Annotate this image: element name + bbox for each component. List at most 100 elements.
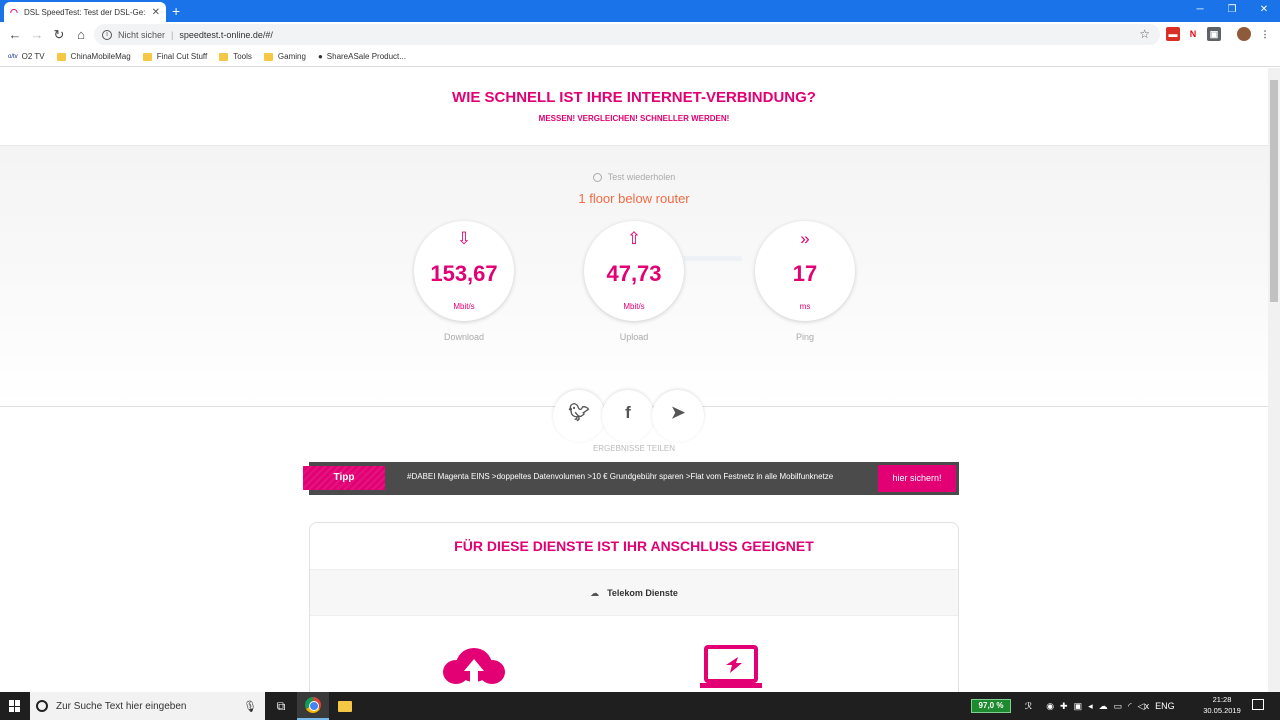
upload-label: Upload xyxy=(619,332,649,342)
taskbar-search[interactable]: Zur Suche Text hier eingeben 🎙︎ xyxy=(30,692,265,720)
test-name: 1 floor below router xyxy=(578,191,690,206)
profile-avatar[interactable] xyxy=(1237,27,1251,41)
tip-text: #DABEI Magenta EINS >doppeltes Datenvolu… xyxy=(407,472,834,481)
speedometer-favicon-icon: ◠ xyxy=(10,7,18,17)
ping-value: 17 xyxy=(792,261,818,286)
task-view-icon[interactable]: ⧉ xyxy=(265,692,297,720)
people-icon[interactable]: ℛ xyxy=(1025,701,1032,712)
globe-icon: ● xyxy=(317,52,323,61)
bookmark-label: O2 TV xyxy=(21,52,45,61)
bookmark-shareasale[interactable]: ● ShareASale Product... xyxy=(318,52,406,61)
bookmark-final-cut-stuff[interactable]: Final Cut Stuff xyxy=(142,52,208,61)
url-text[interactable]: speedtest.t-online.de/#/ xyxy=(179,30,273,40)
bookmark-label: Final Cut Stuff xyxy=(156,52,208,61)
bookmark-label: ChinaMobileMag xyxy=(70,52,131,61)
ping-label: Ping xyxy=(795,332,814,342)
microphone-icon[interactable]: 🎙︎ xyxy=(243,700,257,713)
close-window-icon[interactable]: ✕ xyxy=(1248,0,1280,22)
page-title: WIE SCHNELL IST IHRE INTERNET-VERBINDUNG… xyxy=(452,89,816,106)
security-label: Nicht sicher xyxy=(118,29,166,40)
cortana-icon xyxy=(36,700,48,712)
system-tray: ℛ ◉ ✚ ▣ ◂ ☁ ▭ ◜ ◁x ENG xyxy=(1025,692,1181,720)
bookmarks-bar: o/tv O2 TV ChinaMobileMag Final Cut Stuff… xyxy=(0,47,1280,67)
o2-icon: o/tv xyxy=(8,53,18,60)
start-button[interactable] xyxy=(0,692,30,720)
chrome-icon xyxy=(305,697,321,713)
battery-indicator[interactable]: 97,0 % xyxy=(971,699,1011,713)
download-label: Download xyxy=(443,332,485,342)
twitter-icon: 🐦︎ xyxy=(568,403,590,422)
language-indicator[interactable]: ENG xyxy=(1155,701,1175,711)
upload-arrow-icon: ⇧ xyxy=(626,229,642,248)
back-icon[interactable]: ← xyxy=(4,27,26,42)
windows-logo-icon xyxy=(9,700,21,712)
extension-gray-icon[interactable]: ▣ xyxy=(1207,27,1221,41)
menu-icon[interactable]: ⋮ xyxy=(1258,27,1272,41)
services-tab[interactable]: ☁ Telekom Dienste xyxy=(310,569,958,616)
taskbar-clock[interactable]: 21:28 30.05.2019 xyxy=(1200,694,1244,716)
speaker-icon[interactable]: ◂ xyxy=(1088,701,1093,712)
tab-close-icon[interactable]: ✕ xyxy=(152,7,160,18)
minimize-icon[interactable]: ─ xyxy=(1184,0,1216,22)
laptop-icon xyxy=(700,645,762,688)
upload-value: 47,73 xyxy=(606,261,662,286)
tip-banner: Tipp #DABEI Magenta EINS >doppeltes Date… xyxy=(303,462,959,495)
wifi-icon[interactable]: ◜ xyxy=(1128,701,1132,712)
browser-tab[interactable]: ◠ DSL SpeedTest: Test der DSL-Ge: ✕ xyxy=(4,2,166,22)
bookmark-tools[interactable]: Tools xyxy=(219,52,252,61)
retest-button[interactable]: Test wiederholen xyxy=(0,172,1268,183)
notifications-icon[interactable] xyxy=(1252,699,1264,710)
bookmark-chinamobilemag[interactable]: ChinaMobileMag xyxy=(56,52,131,61)
address-bar[interactable]: i Nicht sicher | speedtest.t-online.de/#… xyxy=(94,24,1160,45)
clock-time: 21:28 xyxy=(1212,695,1232,704)
reload-icon[interactable]: ↻ xyxy=(48,27,70,43)
info-icon[interactable]: i xyxy=(102,29,112,40)
volume-icon[interactable]: ◁x xyxy=(1138,701,1149,712)
upload-unit: Mbit/s xyxy=(623,302,645,311)
page-scrollbar[interactable] xyxy=(1268,68,1280,692)
tray-app-icon[interactable]: ◉ xyxy=(1046,701,1054,712)
upload-gauge: ⇧ 47,73 Mbit/s xyxy=(584,221,684,321)
browser-toolbar: ← → ↻ ⌂ i Nicht sicher | speedtest.t-onl… xyxy=(0,22,1280,47)
folder-icon xyxy=(219,52,229,61)
tray-app-icon[interactable]: ✚ xyxy=(1060,701,1068,712)
folder-icon xyxy=(338,700,352,712)
clock-date: 30.05.2019 xyxy=(1203,706,1241,715)
cloud-upload-icon xyxy=(443,648,505,685)
folder-icon xyxy=(142,52,152,61)
services-tab-label: Telekom Dienste xyxy=(607,588,678,598)
retest-label: Test wiederholen xyxy=(607,172,676,182)
share-label: ERGEBNISSE TEILEN xyxy=(592,444,676,453)
restore-icon[interactable]: ❐ xyxy=(1216,0,1248,22)
results-panel: Test wiederholen 1 floor below router ⇩ … xyxy=(0,145,1268,407)
tip-cta-button[interactable]: hier sichern! xyxy=(878,465,956,492)
battery-icon[interactable]: ▭ xyxy=(1114,701,1123,712)
chrome-taskbar-icon[interactable] xyxy=(297,692,329,720)
address-separator: | xyxy=(171,29,174,40)
share-facebook-button[interactable]: f xyxy=(602,390,654,442)
ping-gauge: » 17 ms xyxy=(755,221,855,321)
new-tab-button[interactable]: + xyxy=(172,3,180,19)
folder-icon xyxy=(56,52,66,61)
bookmark-label: Tools xyxy=(233,52,252,61)
share-twitter-button[interactable]: 🐦︎ xyxy=(553,390,605,442)
home-icon[interactable]: ⌂ xyxy=(70,27,92,42)
bookmark-o2tv[interactable]: o/tv O2 TV xyxy=(8,52,45,61)
tab-title: DSL SpeedTest: Test der DSL-Ge: xyxy=(24,7,146,17)
onedrive-icon[interactable]: ☁ xyxy=(1099,701,1108,712)
facebook-icon: f xyxy=(625,403,631,422)
netflix-extension-icon[interactable]: N xyxy=(1186,27,1200,41)
services-title: FÜR DIESE DIENSTE IST IHR ANSCHLUSS GEEI… xyxy=(454,538,814,554)
extension-red-icon[interactable]: ▬ xyxy=(1166,27,1180,41)
forward-icon[interactable]: → xyxy=(26,27,48,42)
tray-app-icon[interactable]: ▣ xyxy=(1074,701,1083,712)
file-explorer-taskbar-icon[interactable] xyxy=(329,692,361,720)
download-value: 153,67 xyxy=(430,261,498,286)
bookmark-star-icon[interactable]: ☆ xyxy=(1139,27,1150,41)
bookmark-gaming[interactable]: Gaming xyxy=(263,52,306,61)
bookmark-label: Gaming xyxy=(277,52,306,61)
scrollbar-thumb[interactable] xyxy=(1270,80,1278,302)
bookmark-label: ShareASale Product... xyxy=(326,52,406,61)
power-icon xyxy=(592,173,602,183)
share-telegram-button[interactable]: ➤ xyxy=(652,390,704,442)
